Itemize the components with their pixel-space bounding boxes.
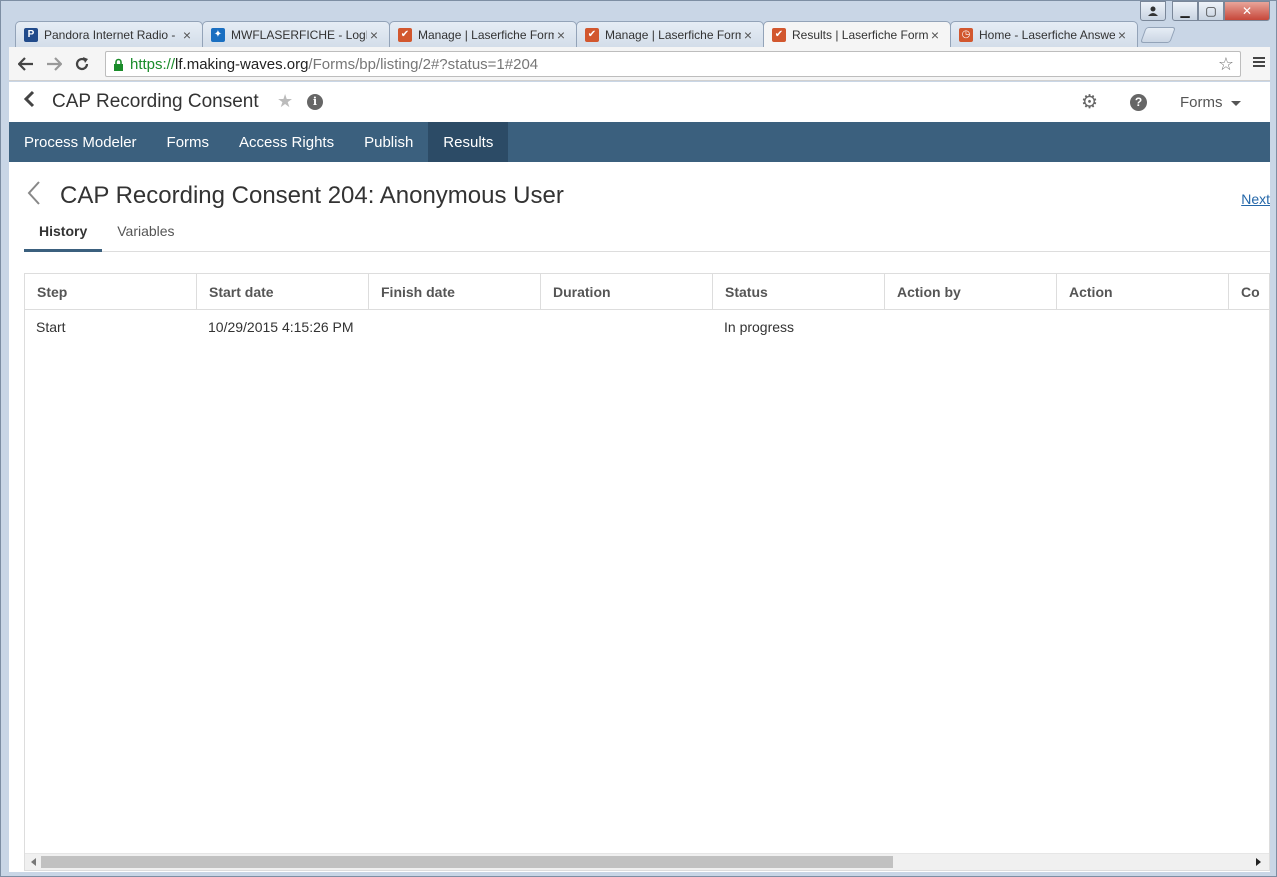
grid-body: Start 10/29/2015 4:15:26 PM In progress — [25, 310, 1269, 346]
browser-tab[interactable]: ✔ Results | Laserfiche Form × — [763, 21, 951, 47]
close-tab-icon[interactable]: × — [554, 27, 568, 43]
nav-item-process-modeler[interactable]: Process Modeler — [9, 122, 152, 162]
browser-tab[interactable]: ◷ Home - Laserfiche Answe × — [950, 21, 1138, 47]
column-header[interactable]: Duration — [541, 274, 713, 309]
forward-icon[interactable] — [40, 50, 68, 78]
column-header[interactable]: Co — [1229, 274, 1269, 309]
forms-dropdown[interactable]: Forms — [1180, 94, 1241, 111]
profile-icon[interactable] — [1140, 1, 1166, 21]
tab-strip: P Pandora Internet Radio - × ✦ MWFLASERFICHE… — [15, 21, 1176, 47]
browser-window: ▁ ▢ ✕ P Pandora Internet Radio - × ✦ MWFLASE… — [0, 0, 1277, 877]
table-cell — [541, 310, 713, 346]
tab-history[interactable]: History — [24, 218, 103, 252]
reload-icon[interactable] — [68, 50, 96, 78]
column-header[interactable]: Action by — [885, 274, 1057, 309]
table-row[interactable]: Start 10/29/2015 4:15:26 PM In progress — [25, 310, 1269, 346]
scroll-right-icon[interactable] — [1256, 858, 1261, 866]
info-icon[interactable]: i — [307, 94, 323, 110]
favicon-icon: ✔ — [772, 27, 786, 42]
table-cell: Start — [36, 319, 66, 335]
nav-item-forms[interactable]: Forms — [152, 122, 225, 162]
back-chevron-icon[interactable] — [23, 90, 35, 114]
favicon-icon: ✔ — [398, 27, 412, 42]
grid-header: Step Start date Finish date Duration Status A… — [25, 274, 1269, 310]
close-tab-icon[interactable]: × — [1115, 27, 1129, 43]
close-tab-icon[interactable]: × — [180, 27, 194, 43]
record-title: CAP Recording Consent 204: Anonymous Use… — [60, 182, 564, 209]
column-header[interactable]: Start date — [197, 274, 369, 309]
close-tab-icon[interactable]: × — [928, 27, 942, 43]
page: CAP Recording Consent ★ i ⚙ ? Forms Proc… — [9, 82, 1270, 872]
browser-toolbar: https://lf.making-waves.org/Forms/bp/lis… — [9, 47, 1270, 81]
browser-tab[interactable]: ✔ Manage | Laserfiche Form × — [576, 21, 764, 47]
nav-item-publish[interactable]: Publish — [349, 122, 428, 162]
main-nav: Process Modeler Forms Access Rights Publish… — [9, 122, 1270, 162]
record-tabs: History Variables — [24, 218, 1270, 252]
browser-tab-title: Home - Laserfiche Answe — [979, 27, 1115, 42]
window-controls: ▁ ▢ ✕ — [1140, 1, 1270, 21]
close-tab-icon[interactable]: × — [741, 27, 755, 43]
column-header[interactable]: Action — [1057, 274, 1229, 309]
browser-tab[interactable]: ✔ Manage | Laserfiche Form × — [389, 21, 577, 47]
favicon-icon: ✔ — [585, 27, 599, 42]
scroll-left-icon[interactable] — [31, 858, 36, 866]
app-title: CAP Recording Consent — [52, 91, 259, 112]
url-scheme: https:// — [130, 55, 176, 73]
history-grid: Step Start date Finish date Duration Status A… — [24, 273, 1270, 871]
forms-dropdown-label: Forms — [1180, 94, 1223, 111]
main-content: CAP Recording Consent 204: Anonymous Use… — [24, 162, 1270, 872]
new-tab-button[interactable] — [1140, 27, 1176, 43]
browser-tab[interactable]: ✦ MWFLASERFICHE - LogM × — [202, 21, 390, 47]
browser-tab-title: MWFLASERFICHE - LogM — [231, 27, 367, 42]
help-icon[interactable]: ? — [1130, 94, 1147, 111]
nav-item-access-rights[interactable]: Access Rights — [224, 122, 349, 162]
url-host: lf.making-waves.org — [175, 55, 309, 73]
nav-item-results[interactable]: Results — [428, 122, 509, 162]
app-header: CAP Recording Consent ★ i ⚙ ? Forms — [9, 82, 1270, 122]
favicon-icon: ◷ — [959, 27, 973, 42]
column-header[interactable]: Step — [25, 274, 197, 309]
favicon-icon: ✦ — [211, 27, 225, 42]
horizontal-scrollbar[interactable] — [25, 853, 1269, 870]
table-cell — [885, 310, 1057, 346]
minimize-button[interactable]: ▁ — [1172, 1, 1198, 21]
browser-tab-title: Results | Laserfiche Form — [792, 27, 928, 42]
back-chevron-icon[interactable] — [27, 180, 41, 211]
close-window-button[interactable]: ✕ — [1224, 1, 1270, 21]
lock-icon — [106, 58, 130, 71]
tab-variables[interactable]: Variables — [102, 218, 189, 252]
column-header[interactable]: Status — [713, 274, 885, 309]
favorite-star-icon[interactable]: ★ — [277, 91, 293, 112]
browser-tab-title: Manage | Laserfiche Form — [605, 27, 741, 42]
caret-down-icon — [1230, 100, 1241, 106]
table-cell — [1229, 310, 1269, 346]
bookmark-star-icon[interactable]: ☆ — [1218, 54, 1234, 75]
close-tab-icon[interactable]: × — [367, 27, 381, 43]
url-path: /Forms/bp/listing/2#?status=1#204 — [308, 55, 539, 73]
address-bar[interactable]: https://lf.making-waves.org/Forms/bp/lis… — [105, 51, 1241, 77]
maximize-button[interactable]: ▢ — [1198, 1, 1224, 21]
browser-tab-title: Manage | Laserfiche Form — [418, 27, 554, 42]
browser-tab-title: Pandora Internet Radio - — [44, 27, 176, 42]
scrollbar-thumb[interactable] — [41, 856, 893, 868]
next-link[interactable]: Next — [1241, 191, 1270, 207]
table-cell: In progress — [724, 319, 795, 335]
table-cell — [369, 310, 541, 346]
column-header[interactable]: Finish date — [369, 274, 541, 309]
gear-icon[interactable]: ⚙ — [1081, 91, 1098, 114]
browser-menu-icon[interactable] — [1252, 53, 1266, 74]
table-cell: 10/29/2015 4:15:26 PM — [208, 319, 354, 335]
table-cell — [1057, 310, 1229, 346]
favicon-icon: P — [24, 27, 38, 42]
browser-tab[interactable]: P Pandora Internet Radio - × — [15, 21, 203, 47]
back-icon[interactable] — [12, 50, 40, 78]
